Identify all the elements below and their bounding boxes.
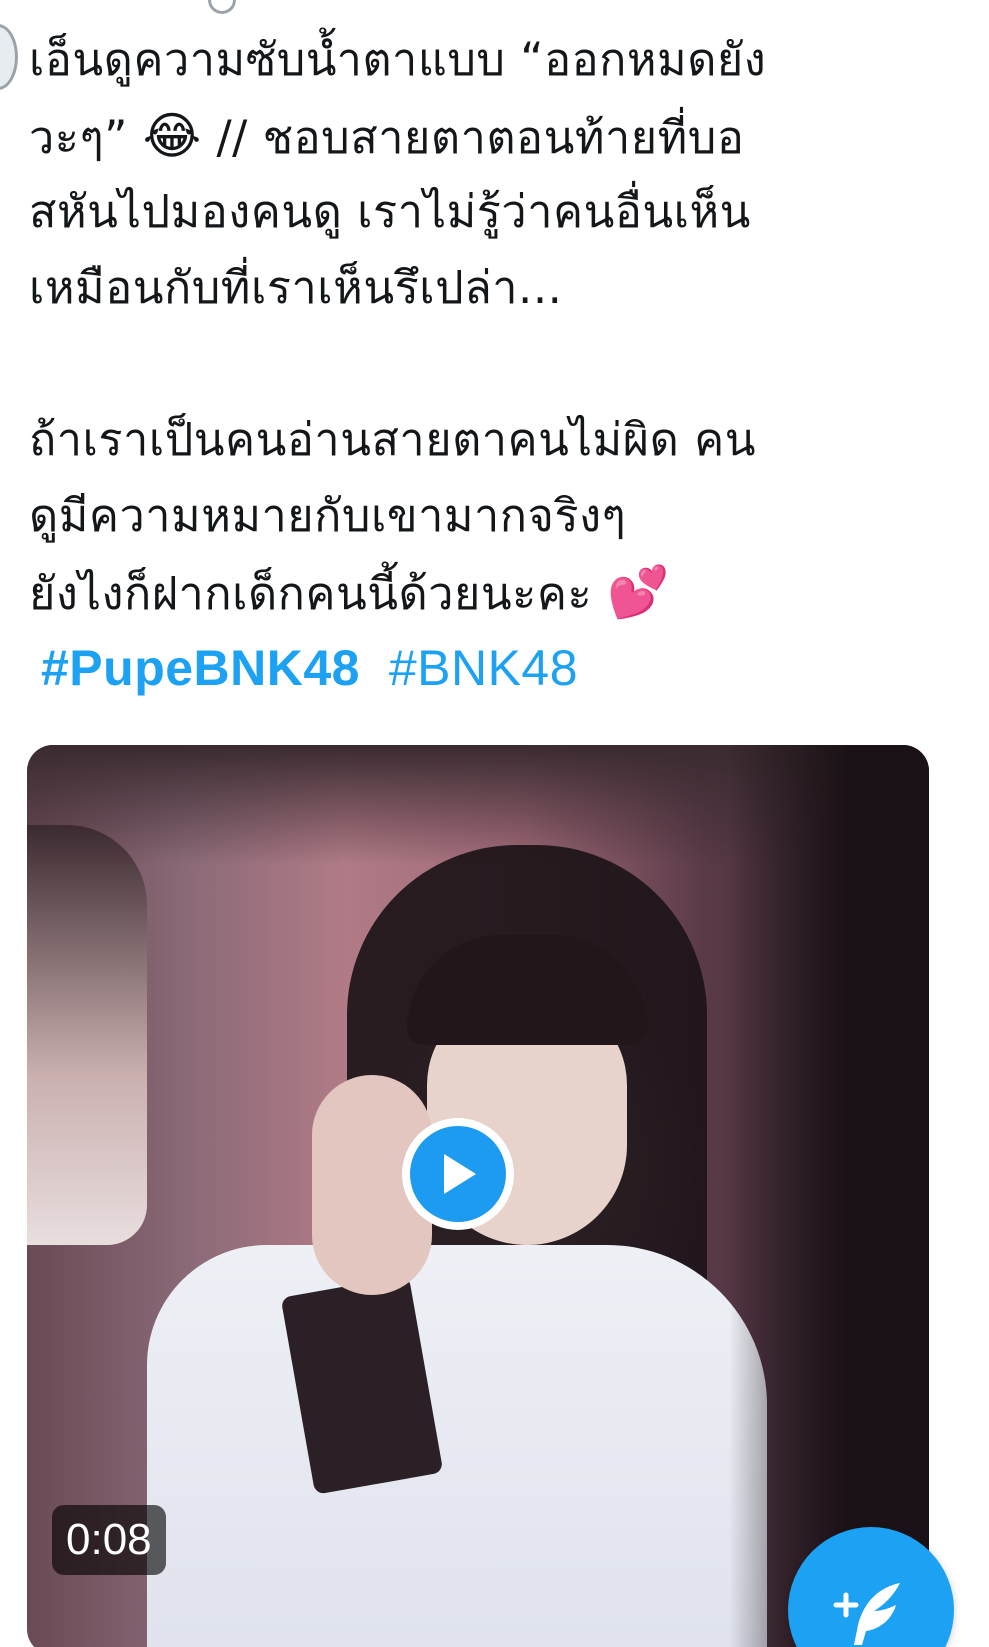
two-hearts-emoji-icon: 💕 bbox=[606, 563, 670, 621]
play-icon bbox=[410, 1126, 506, 1222]
tweet-line-3: สหันไปมองคนดู เราไม่รู้ว่าคนอื่นเห็น bbox=[29, 185, 751, 238]
video-duration-badge: 0:08 bbox=[52, 1505, 166, 1575]
verified-badge-fragment bbox=[208, 0, 236, 14]
video-player[interactable]: 0:08 bbox=[27, 745, 929, 1647]
tweet-line-2-tail: // ชอบสายตาตอนท้ายที่บอ bbox=[216, 111, 745, 164]
tweet-line-4: เหมือนกับที่เราเห็นรึเปล่า... bbox=[29, 261, 563, 314]
video-thumbnail-figure bbox=[27, 825, 147, 1245]
play-button[interactable] bbox=[402, 1118, 514, 1230]
hashtag-row: #PupeBNK48 #BNK48 bbox=[41, 630, 949, 702]
hashtag-link[interactable]: #BNK48 bbox=[389, 640, 578, 696]
tweet-line-1: เอ็นดูความซับน้ำตาแบบ “ออกหมดยัง bbox=[29, 33, 767, 86]
tweet-line-7: ยังไงก็ฝากเด็กคนนี้ด้วยนะคะ 💕 bbox=[29, 554, 949, 630]
hashtag-link[interactable]: #PupeBNK48 bbox=[41, 640, 360, 696]
tweet-line-2-text: วะๆ” bbox=[29, 111, 128, 164]
tweet-line-5: ถ้าเราเป็นคนอ่านสายตาคนไม่ผิด คน bbox=[29, 413, 756, 466]
tweet-line-6: ดูมีความหมายกับเขามากจริงๆ bbox=[29, 489, 627, 542]
compose-tweet-icon bbox=[833, 1583, 900, 1645]
tweet-body: เอ็นดูความซับน้ำตาแบบ “ออกหมดยัง วะๆ” 😂 … bbox=[29, 22, 949, 702]
tweet-line-7-text: ยังไงก็ฝากเด็กคนนี้ด้วยนะคะ bbox=[29, 567, 593, 620]
laughing-emoji-icon: 😂 bbox=[142, 107, 202, 165]
video-thumbnail-figure bbox=[147, 1245, 767, 1647]
avatar[interactable] bbox=[0, 24, 18, 90]
video-thumbnail-shade bbox=[729, 745, 929, 1647]
tweet-line-2: วะๆ” 😂 // ชอบสายตาตอนท้ายที่บอ bbox=[29, 98, 949, 174]
